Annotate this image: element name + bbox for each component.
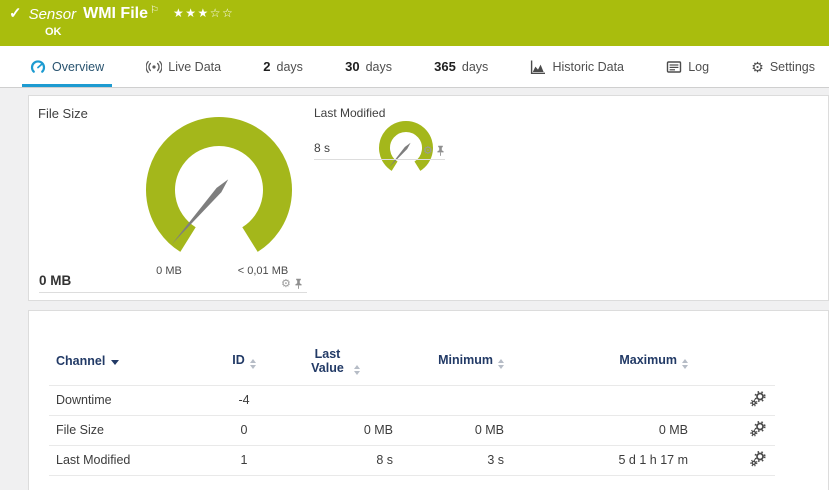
channel-last-value: 0 MB [269,415,397,445]
column-header-id[interactable]: ID [219,337,269,385]
sort-icon [498,359,504,369]
tab-365-days[interactable]: 365 days [426,46,496,87]
table-row: Last Modified 1 8 s 3 s 5 d 1 h 17 m [49,445,775,475]
tab-bar: Overview Live Data 2 days 30 days 365 da… [0,46,829,88]
live-data-icon [146,59,162,75]
channels-card: Channel ID Last Value Minimum Maximum [28,310,829,490]
tab-label: days [277,60,303,74]
gauges-card: File Size 0 MB < 0,01 MB 0 MB ⚙ Last Mod… [28,95,829,301]
channel-settings-gears-icon[interactable] [750,451,766,470]
channels-table: Channel ID Last Value Minimum Maximum [49,337,775,476]
column-label: Minimum [438,353,493,367]
channel-maximum: 0 MB [508,415,692,445]
tab-log[interactable]: Log [658,46,717,87]
object-kind-label: Sensor [29,6,77,23]
channel-maximum [508,385,692,415]
channel-last-value: 8 s [269,445,397,475]
gauge-toolbar: ⚙ [281,278,303,290]
table-row: Downtime -4 [49,385,775,415]
tab-label: Overview [52,60,104,74]
tab-overview[interactable]: Overview [22,46,112,87]
chevron-down-icon [111,360,119,365]
channel-id: 1 [219,445,269,475]
sensor-title-row: ✓ Sensor WMI File ⚐ ★★★☆☆ [0,0,829,23]
status-badge: OK [45,26,62,38]
area-chart-icon [530,59,546,75]
sensor-name: WMI File [83,5,148,23]
file-size-value: 0 MB [39,273,71,288]
channel-name: Downtime [49,385,219,415]
channel-name: File Size [49,415,219,445]
log-icon [666,59,682,75]
tab-label: days [462,60,488,74]
column-label: Last [315,347,341,361]
table-row: File Size 0 0 MB 0 MB 0 MB [49,415,775,445]
last-modified-value: 8 s [314,141,330,155]
channel-minimum: 3 s [397,445,508,475]
column-label: ID [232,353,245,367]
channel-name: Last Modified [49,445,219,475]
channel-id: 0 [219,415,269,445]
priority-stars[interactable]: ★★★☆☆ [173,6,234,20]
tab-30-days[interactable]: 30 days [337,46,400,87]
column-label: Maximum [619,353,677,367]
divider [39,292,307,293]
tab-number: 30 [345,59,359,74]
tab-label: Historic Data [552,60,624,74]
channel-settings-gears-icon[interactable] [750,421,766,440]
sensor-header: ✓ Sensor WMI File ⚐ ★★★☆☆ OK [0,0,829,46]
tab-settings[interactable]: ⚙ Settings [743,46,823,87]
pin-icon[interactable] [436,145,445,157]
column-header-channel[interactable]: Channel [49,337,219,385]
gear-icon[interactable]: ⚙ [281,278,291,290]
column-header-minimum[interactable]: Minimum [397,337,508,385]
column-label: Value [311,361,344,375]
gauge-icon [30,59,46,75]
pin-icon[interactable] [294,278,303,290]
gauge-toolbar: ⚙ [423,145,445,157]
channel-minimum: 0 MB [397,415,508,445]
column-header-maximum[interactable]: Maximum [508,337,692,385]
sort-icon [354,365,360,375]
gauge-title-last-modified: Last Modified [314,106,385,120]
tab-2-days[interactable]: 2 days [255,46,311,87]
channel-last-value [269,385,397,415]
table-header-row: Channel ID Last Value Minimum Maximum [49,337,775,385]
sort-icon [682,359,688,369]
tab-live-data[interactable]: Live Data [138,46,229,87]
channel-settings-gears-icon[interactable] [750,391,766,410]
file-size-gauge [144,110,294,260]
gear-icon: ⚙ [751,59,764,75]
tab-historic-data[interactable]: Historic Data [522,46,632,87]
gauge-scale-max: < 0,01 MB [233,265,293,277]
overview-content: File Size 0 MB < 0,01 MB 0 MB ⚙ Last Mod… [0,88,829,490]
tab-label: Log [688,60,709,74]
gear-icon[interactable]: ⚙ [423,145,433,157]
gauge-title-file-size: File Size [38,106,88,121]
channel-minimum [397,385,508,415]
column-header-actions [692,337,775,385]
column-label: Channel [56,354,105,368]
status-check-icon: ✓ [9,5,22,23]
tab-label: Live Data [168,60,221,74]
tab-number: 365 [434,59,456,74]
gauge-needle [389,143,411,168]
gauge-scale-min: 0 MB [139,265,199,277]
channel-maximum: 5 d 1 h 17 m [508,445,692,475]
divider [314,159,445,160]
tab-label: days [366,60,392,74]
tab-number: 2 [263,59,270,74]
tab-label: Settings [770,60,815,74]
sort-icon [250,359,256,369]
flag-icon[interactable]: ⚐ [150,5,159,16]
channel-id: -4 [219,385,269,415]
column-header-last-value[interactable]: Last Value [269,337,397,385]
